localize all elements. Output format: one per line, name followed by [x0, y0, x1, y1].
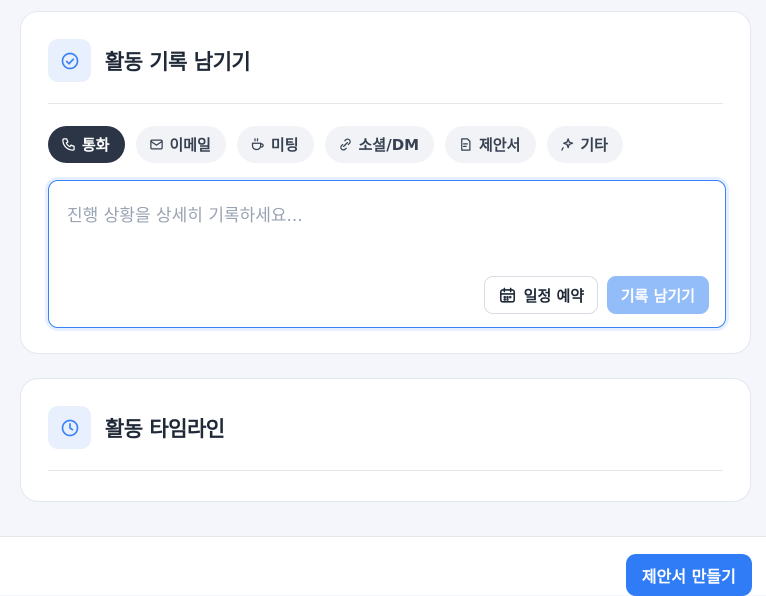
- clock-icon: [48, 406, 91, 449]
- submit-log-button[interactable]: 기록 남기기: [607, 276, 709, 314]
- schedule-button[interactable]: 일정 예약: [484, 276, 598, 314]
- calendar-icon: [499, 287, 515, 303]
- tab-meeting[interactable]: 미팅: [237, 126, 314, 163]
- schedule-button-label: 일정 예약: [523, 286, 585, 305]
- footer-bar: 제안서 만들기: [0, 536, 766, 596]
- activity-note-input[interactable]: [67, 201, 707, 261]
- tab-social-dm[interactable]: 소셜/DM: [324, 126, 435, 163]
- tab-label: 기타: [580, 136, 609, 154]
- activity-log-card: 활동 기록 남기기 통화 이메일 미팅 소셜/DM 제안서 기타 진행 상황을 …: [20, 11, 751, 354]
- sparkle-icon: [560, 138, 573, 151]
- activity-type-tabs: 통화 이메일 미팅 소셜/DM 제안서 기타: [48, 126, 624, 163]
- mail-icon: [149, 139, 163, 150]
- tab-call[interactable]: 통화: [48, 126, 125, 163]
- coffee-icon: [251, 138, 264, 151]
- activity-log-title: 활동 기록 남기기: [105, 49, 251, 74]
- tab-label: 소셜/DM: [358, 136, 420, 154]
- timeline-title: 활동 타임라인: [105, 416, 225, 441]
- divider: [48, 103, 723, 104]
- document-icon: [461, 138, 471, 151]
- timeline-header: 활동 타임라인: [48, 406, 225, 449]
- divider: [48, 470, 723, 471]
- check-circle-icon: [48, 39, 91, 82]
- create-proposal-button[interactable]: 제안서 만들기: [626, 554, 752, 596]
- phone-icon: [62, 138, 75, 151]
- tab-label: 통화: [82, 136, 110, 154]
- tab-label: 이메일: [169, 136, 212, 154]
- link-icon: [339, 138, 351, 151]
- activity-note-editor: 일정 예약 기록 남기기: [48, 180, 726, 328]
- tab-proposal[interactable]: 제안서: [445, 126, 536, 163]
- tab-email[interactable]: 이메일: [135, 126, 227, 163]
- tab-label: 제안서: [479, 136, 521, 154]
- tab-other[interactable]: 기타: [546, 126, 624, 163]
- activity-timeline-card: 활동 타임라인: [20, 378, 751, 502]
- tab-label: 미팅: [271, 136, 299, 154]
- activity-log-header: 활동 기록 남기기: [48, 39, 251, 82]
